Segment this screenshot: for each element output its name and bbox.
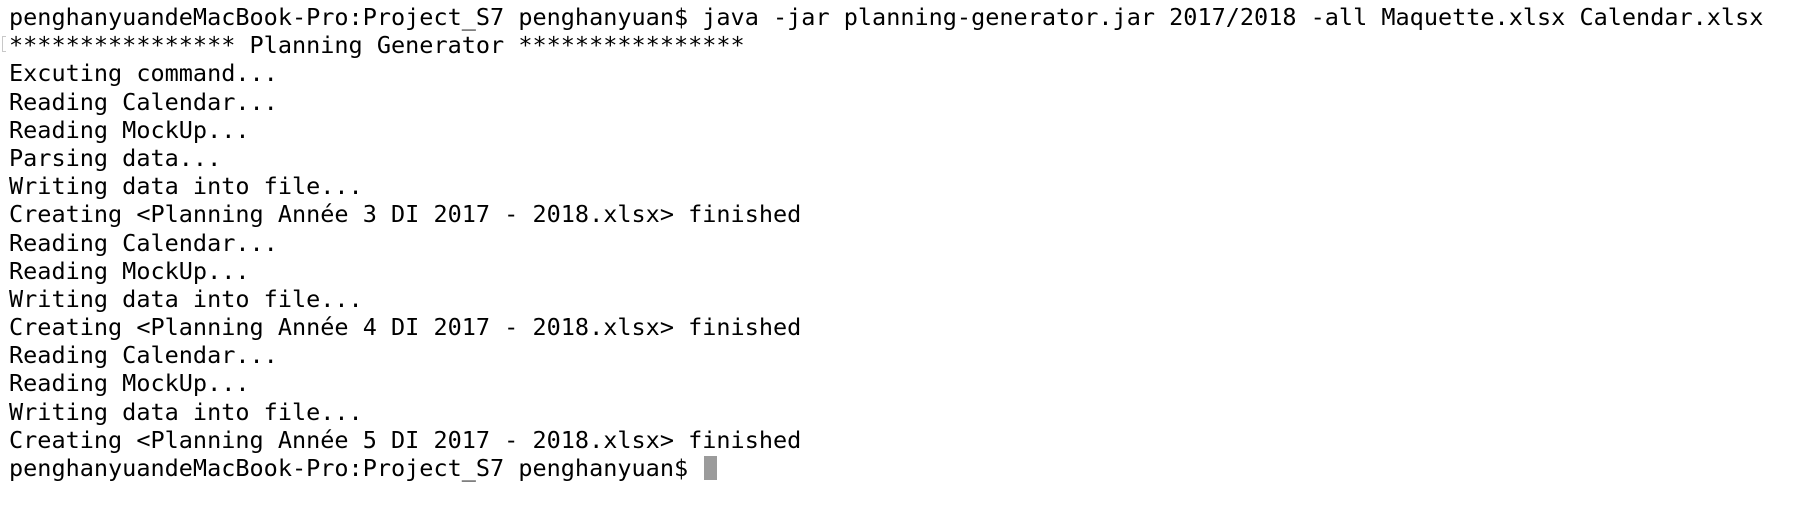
terminal-line: Excuting command... <box>9 59 278 88</box>
terminal-line: Parsing data... <box>9 143 222 172</box>
terminal-prompt: penghanyuandeMacBook-Pro:Project_S7 peng… <box>9 454 703 482</box>
terminal-line: Reading Calendar... <box>9 341 278 370</box>
terminal-line: Writing data into file... <box>9 284 363 313</box>
terminal-line: Reading Calendar... <box>9 87 278 116</box>
terminal-line: Creating <Planning Année 4 DI 2017 - 201… <box>9 313 802 342</box>
terminal-line-command: penghanyuandeMacBook-Pro:Project_S7 peng… <box>9 3 1764 31</box>
cursor-block <box>704 456 718 480</box>
terminal-window[interactable]: penghanyuandeMacBook-Pro:Project_S7 peng… <box>0 0 1804 512</box>
terminal-line: Reading MockUp... <box>9 369 250 398</box>
terminal-line: Writing data into file... <box>9 397 363 426</box>
line-marker-icon <box>2 36 6 52</box>
terminal-line: Creating <Planning Année 3 DI 2017 - 201… <box>9 200 802 229</box>
terminal-line: Writing data into file... <box>9 172 363 201</box>
terminal-line: Creating <Planning Année 5 DI 2017 - 201… <box>9 425 802 454</box>
terminal-line: Reading MockUp... <box>9 256 250 285</box>
terminal-line: Reading Calendar... <box>9 228 278 257</box>
terminal-prompt-line[interactable]: penghanyuandeMacBook-Pro:Project_S7 peng… <box>9 454 1804 482</box>
terminal-line: Reading MockUp... <box>9 115 250 144</box>
terminal-line-banner: **************** Planning Generator ****… <box>9 31 745 60</box>
